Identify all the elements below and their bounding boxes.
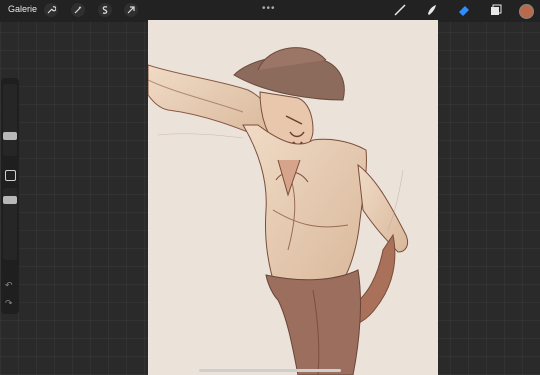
gallery-button[interactable]: Galerie: [8, 4, 37, 14]
smudge-icon[interactable]: [424, 2, 440, 18]
redo-icon[interactable]: ↷: [5, 298, 13, 309]
drawing-canvas[interactable]: [148, 20, 438, 375]
wrench-icon[interactable]: [44, 3, 58, 17]
transform-arrow-icon[interactable]: [124, 3, 138, 17]
eraser-icon[interactable]: [456, 2, 472, 18]
undo-icon[interactable]: ↶: [5, 280, 13, 291]
sidebar-controls: ↶ ↷: [1, 78, 19, 314]
brush-size-slider[interactable]: [3, 84, 17, 156]
top-toolbar: Galerie •••: [0, 0, 540, 22]
layers-icon[interactable]: [488, 2, 504, 18]
more-options-icon[interactable]: •••: [262, 3, 276, 14]
brush-size-thumb[interactable]: [3, 132, 17, 140]
magic-wand-icon[interactable]: [71, 3, 85, 17]
modify-button[interactable]: [5, 170, 16, 181]
color-picker-swatch[interactable]: [519, 4, 534, 19]
brush-icon[interactable]: [392, 2, 408, 18]
home-indicator: [199, 369, 341, 372]
selection-icon[interactable]: [98, 3, 112, 17]
artwork-illustration: [148, 47, 409, 375]
opacity-thumb[interactable]: [3, 196, 17, 204]
